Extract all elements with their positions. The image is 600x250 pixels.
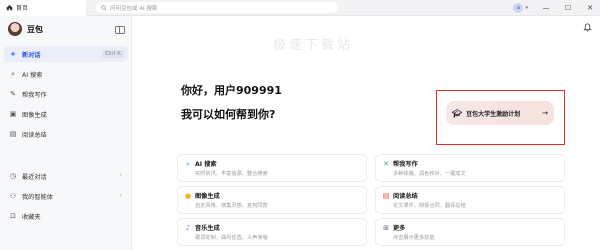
sidebar-item-label: 最近对话: [22, 173, 47, 181]
card-ai-search[interactable]: ⌕ AI 搜索 实时资讯、丰富信源、整合搜索: [177, 154, 367, 182]
sidebar-item-image[interactable]: ▣ 图像生成: [4, 106, 128, 122]
sidebar-item-writing[interactable]: ✎ 帮我写作: [4, 86, 128, 102]
tab-home[interactable]: 首页: [0, 0, 86, 16]
grid-icon: ⊞: [383, 224, 389, 232]
card-title: 音乐生成: [195, 225, 220, 232]
card-desc: 实时资讯、丰富信源、整合搜索: [195, 171, 268, 177]
clock-icon: ◷: [9, 172, 17, 180]
student-program-button[interactable]: 🎓︎ 豆包大学生激励计划 →: [446, 101, 554, 125]
user-avatar[interactable]: a: [513, 3, 524, 13]
search-placeholder: 问问豆包或 AI 搜索: [110, 5, 158, 12]
card-desc: 论文课件、财报合同、翻译总结: [393, 203, 466, 209]
palette-icon: ●: [184, 192, 192, 200]
search-icon: ⌕: [11, 69, 15, 78]
graduation-cap-icon: 🎓︎: [452, 108, 463, 118]
sidebar-item-reading[interactable]: ▤ 阅读总结: [4, 126, 128, 142]
home-icon: [6, 5, 13, 11]
brand[interactable]: 豆包: [8, 22, 43, 36]
sidebar: 豆包 + 新对话 Ctrl K ⌕ AI 搜索 ✎ 帮我写作 ▣ 图像生成 ▤ …: [0, 16, 132, 250]
card-reading[interactable]: ▤ 阅读总结 论文课件、财报合同、翻译总结: [375, 186, 565, 214]
search-input[interactable]: 问问豆包或 AI 搜索: [96, 2, 338, 13]
chevron-right-icon: ›: [119, 192, 122, 199]
card-title: 帮我写作: [393, 161, 418, 168]
main-panel: 极速下载站 你好，用户909991 我可以如何帮到你? 🎓︎ 豆包大学生激励计划…: [133, 16, 600, 250]
maximize-icon: ☐: [564, 4, 572, 12]
sidebar-item-agents[interactable]: ⚇ 我的智能体 ›: [4, 188, 128, 204]
tab-label: 首页: [16, 5, 29, 12]
maximize-button[interactable]: ☐: [558, 0, 578, 16]
pen-icon: ✎: [10, 90, 16, 98]
document-icon: ▤: [382, 192, 390, 200]
page-subtitle: 我可以如何帮到你?: [181, 108, 276, 121]
card-music-gen[interactable]: ♪ 音乐生成 歌词定制、曲风任选、人声演唱: [177, 218, 367, 246]
search-icon: [101, 4, 107, 11]
shortcut-badge: Ctrl K: [102, 50, 124, 58]
sidebar-item-ai-search[interactable]: ⌕ AI 搜索: [4, 66, 128, 82]
sidebar-toggle-icon[interactable]: [115, 26, 125, 34]
doubao-logo-icon: [8, 22, 22, 36]
agent-icon: ⚇: [9, 192, 17, 200]
sidebar-item-label: 阅读总结: [22, 131, 47, 139]
minimize-button[interactable]: —: [536, 0, 556, 16]
card-title: 阅读总结: [393, 193, 418, 200]
plus-icon: +: [10, 50, 16, 58]
chevron-right-icon: ›: [119, 172, 122, 179]
card-title: 图像生成: [195, 193, 220, 200]
search-icon: ⌕: [186, 160, 190, 168]
sidebar-item-label: AI 搜索: [22, 71, 43, 79]
brand-name: 豆包: [27, 24, 43, 34]
close-button[interactable]: ✕: [580, 0, 600, 16]
image-icon: ▣: [9, 110, 17, 118]
arrow-right-icon: →: [542, 109, 548, 117]
card-desc: 自定风格、搜集灵感、复刻同款: [195, 203, 268, 209]
card-title: AI 搜索: [195, 161, 217, 168]
card-desc: 歌词定制、曲风任选、人声演唱: [195, 235, 268, 241]
card-writing[interactable]: ✕ 帮我写作 多种体裁、润色校对、一键成文: [375, 154, 565, 182]
sidebar-item-label: 图像生成: [22, 111, 47, 119]
sidebar-item-recent[interactable]: ◷ 最近对话 ›: [4, 168, 128, 184]
bookmark-icon: ⊡: [10, 212, 16, 220]
sidebar-item-new-chat[interactable]: + 新对话 Ctrl K: [4, 46, 128, 62]
shuffle-icon: ✕: [383, 160, 389, 168]
sidebar-item-label: 收藏夹: [22, 213, 41, 221]
sidebar-item-label: 新对话: [22, 51, 41, 59]
sidebar-item-bookmarks[interactable]: ⊡ 收藏夹: [4, 208, 128, 224]
close-icon: ✕: [587, 4, 593, 12]
book-icon: ▤: [9, 130, 17, 138]
sidebar-item-label: 帮我写作: [22, 91, 47, 99]
music-icon: ♪: [185, 224, 191, 232]
card-image-gen[interactable]: ● 图像生成 自定风格、搜集灵感、复刻同款: [177, 186, 367, 214]
sidebar-nav-secondary: ◷ 最近对话 › ⚇ 我的智能体 › ⊡ 收藏夹: [4, 168, 128, 228]
title-bar: 首页 问问豆包或 AI 搜索 a ▾ — ☐ ✕: [0, 0, 600, 16]
bell-icon[interactable]: [583, 23, 592, 32]
card-more[interactable]: ⊞ 更多 点击展示更多技能: [375, 218, 565, 246]
sidebar-item-label: 我的智能体: [22, 193, 53, 201]
chevron-down-icon[interactable]: ▾: [525, 5, 528, 11]
card-desc: 点击展示更多技能: [393, 235, 435, 241]
card-desc: 多种体裁、润色校对、一键成文: [393, 171, 466, 177]
promo-label: 豆包大学生激励计划: [466, 110, 521, 118]
page-title: 你好，用户909991: [181, 84, 282, 97]
card-title: 更多: [393, 225, 406, 232]
watermark: 极速下载站: [273, 38, 354, 53]
minimize-icon: —: [542, 4, 550, 12]
sidebar-nav: + 新对话 Ctrl K ⌕ AI 搜索 ✎ 帮我写作 ▣ 图像生成 ▤ 阅读总…: [4, 46, 128, 146]
